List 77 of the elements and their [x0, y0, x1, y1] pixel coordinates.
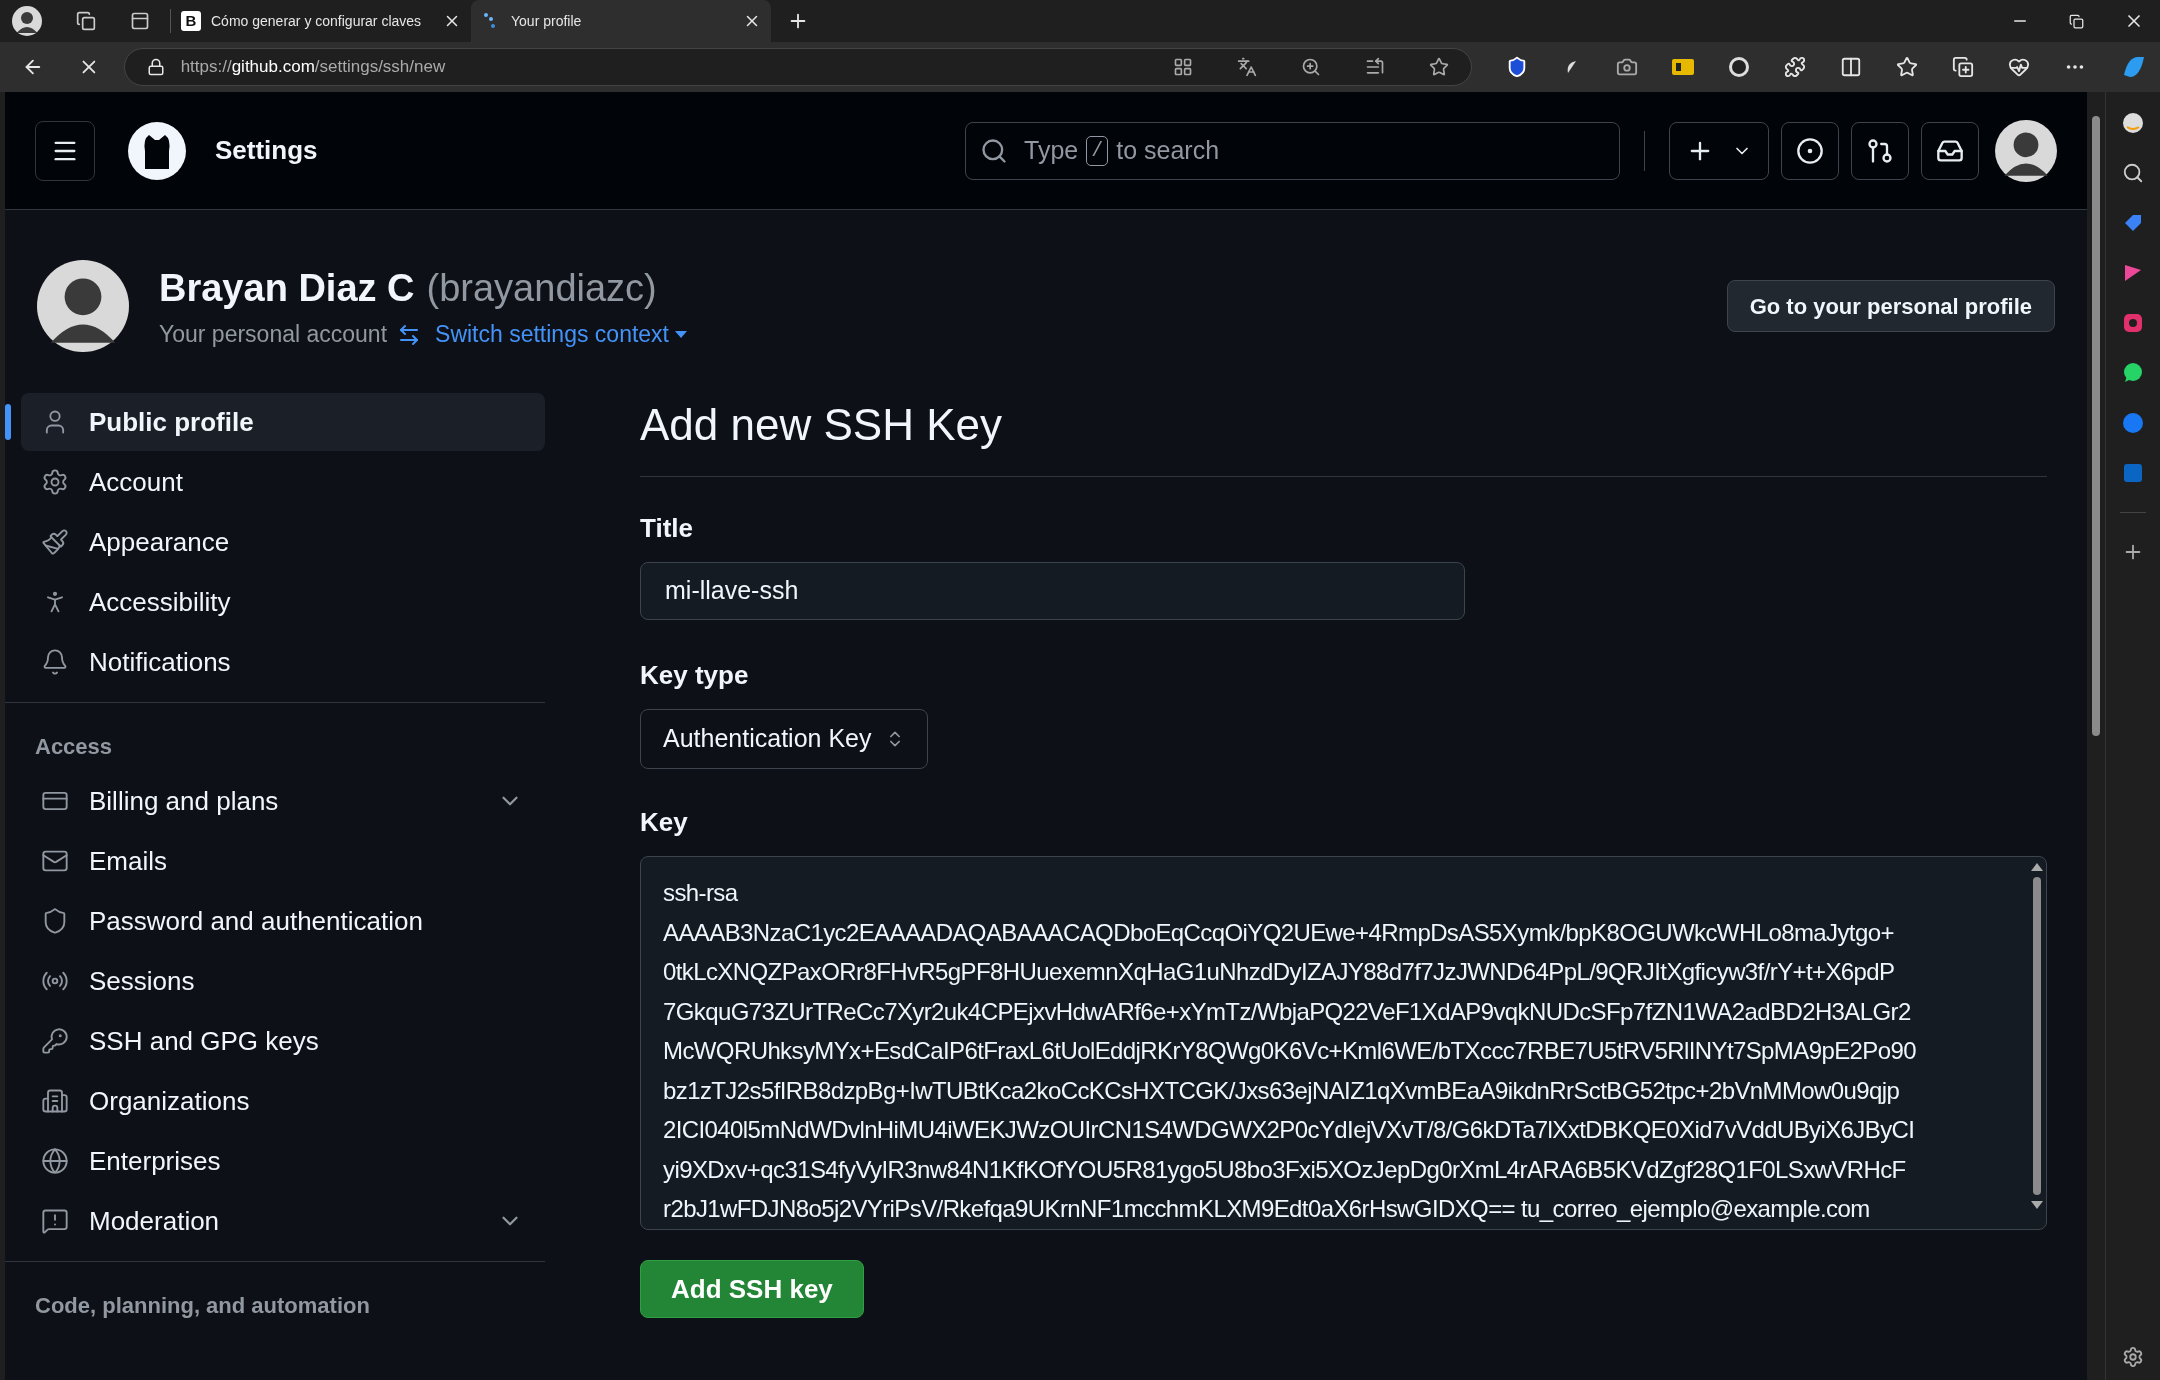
sidebar-item[interactable]: Account	[21, 453, 545, 511]
shield-icon[interactable]	[1506, 56, 1528, 78]
switch-context-link[interactable]: Switch settings context	[435, 317, 687, 352]
pull-requests-button[interactable]	[1851, 121, 1909, 180]
extensions-icon[interactable]	[1784, 56, 1806, 78]
gear-icon	[41, 468, 69, 496]
browser-tab[interactable]: Your profile	[471, 0, 771, 42]
workspaces-icon[interactable]	[76, 11, 96, 31]
sidebar-item[interactable]: Emails	[21, 832, 545, 890]
search-icon[interactable]	[2122, 162, 2144, 184]
user-avatar[interactable]	[37, 260, 129, 352]
favorite-icon[interactable]	[1429, 57, 1449, 77]
sidebar-item[interactable]: Public profile	[21, 393, 545, 451]
camera-icon[interactable]	[1616, 56, 1638, 78]
tab-title: Cómo generar y configurar claves	[211, 11, 422, 31]
menu-button[interactable]	[35, 120, 95, 181]
restore-icon[interactable]	[2069, 13, 2084, 29]
sidebar-item[interactable]: Notifications	[21, 633, 545, 691]
account-type: Your personal account	[159, 320, 388, 350]
chat-icon[interactable]	[2122, 362, 2144, 384]
bell-icon	[41, 648, 69, 676]
profile-avatar[interactable]	[12, 6, 42, 36]
pull-request-icon	[1866, 136, 1894, 165]
inbox-button[interactable]	[1921, 121, 1979, 180]
translate-icon[interactable]	[1237, 57, 1257, 77]
sidebar-item[interactable]: SSH and GPG keys	[21, 1012, 545, 1070]
settings-icon[interactable]	[2122, 1346, 2144, 1368]
globe-icon	[41, 1147, 69, 1175]
section-heading: Access	[34, 732, 114, 761]
page-heading: Add new SSH Key	[640, 392, 2047, 477]
read-aloud-icon[interactable]	[1365, 57, 1385, 77]
extension-icon[interactable]	[1728, 56, 1750, 78]
paintbrush-icon	[41, 528, 69, 556]
field-label: Key type	[640, 659, 750, 692]
extension-icon[interactable]	[2122, 112, 2144, 134]
camera-icon[interactable]	[2122, 312, 2144, 334]
user-avatar[interactable]	[1995, 119, 2057, 182]
sidebar-item[interactable]: Accessibility	[21, 573, 545, 631]
browser-tab[interactable]: B Cómo generar y configurar claves	[171, 0, 471, 42]
favorites-icon[interactable]	[1896, 56, 1918, 78]
search-field[interactable]: Type / to search	[965, 121, 1620, 180]
url-text: https://github.com/settings/ssh/new	[180, 56, 446, 79]
sidebar-item[interactable]: Moderation	[21, 1192, 545, 1250]
sidebar-item[interactable]: Organizations	[21, 1072, 545, 1130]
tab-actions-icon[interactable]	[130, 11, 150, 31]
issues-button[interactable]	[1781, 121, 1839, 180]
search-icon	[980, 136, 1008, 165]
title-field[interactable]: mi-llave-ssh	[640, 562, 1465, 620]
sidebar-item[interactable]: Password and authentication	[21, 892, 545, 950]
field-label: Key	[640, 806, 689, 839]
app-icon[interactable]	[1173, 57, 1193, 77]
address-bar[interactable]: https://github.com/settings/ssh/new	[123, 48, 1472, 86]
building-icon	[41, 1087, 69, 1115]
sidebar-item[interactable]: Sessions	[21, 952, 545, 1010]
page-title: Settings	[215, 134, 318, 167]
favicon: B	[181, 11, 201, 31]
personal-profile-button[interactable]: Go to your personal profile	[1726, 280, 2055, 332]
heart-pulse-icon[interactable]	[2008, 56, 2030, 78]
report-icon	[41, 1207, 69, 1235]
user-name: Brayan Diaz C	[159, 266, 415, 312]
sidebar-item[interactable]: Appearance	[21, 513, 545, 571]
key-icon	[41, 1027, 69, 1055]
extension-icon[interactable]	[1672, 59, 1694, 75]
user-handle: (brayandiazc)	[426, 266, 657, 312]
sidebar-item[interactable]: Enterprises	[21, 1132, 545, 1190]
add-ssh-key-button[interactable]: Add SSH key	[640, 1260, 864, 1318]
tab-title: Your profile	[511, 11, 582, 31]
split-screen-icon[interactable]	[1840, 56, 1862, 78]
field-label: Title	[640, 512, 694, 545]
key-type-select[interactable]: Authentication Key	[640, 709, 929, 769]
caret-icon	[675, 331, 687, 338]
sidebar-item[interactable]: Billing and plans	[21, 772, 545, 830]
zoom-icon[interactable]	[1301, 57, 1321, 77]
lock-icon	[146, 58, 165, 76]
collections-icon[interactable]	[1952, 56, 1974, 78]
issue-icon	[1796, 136, 1824, 165]
section-heading: Code, planning, and automation	[34, 1291, 371, 1320]
